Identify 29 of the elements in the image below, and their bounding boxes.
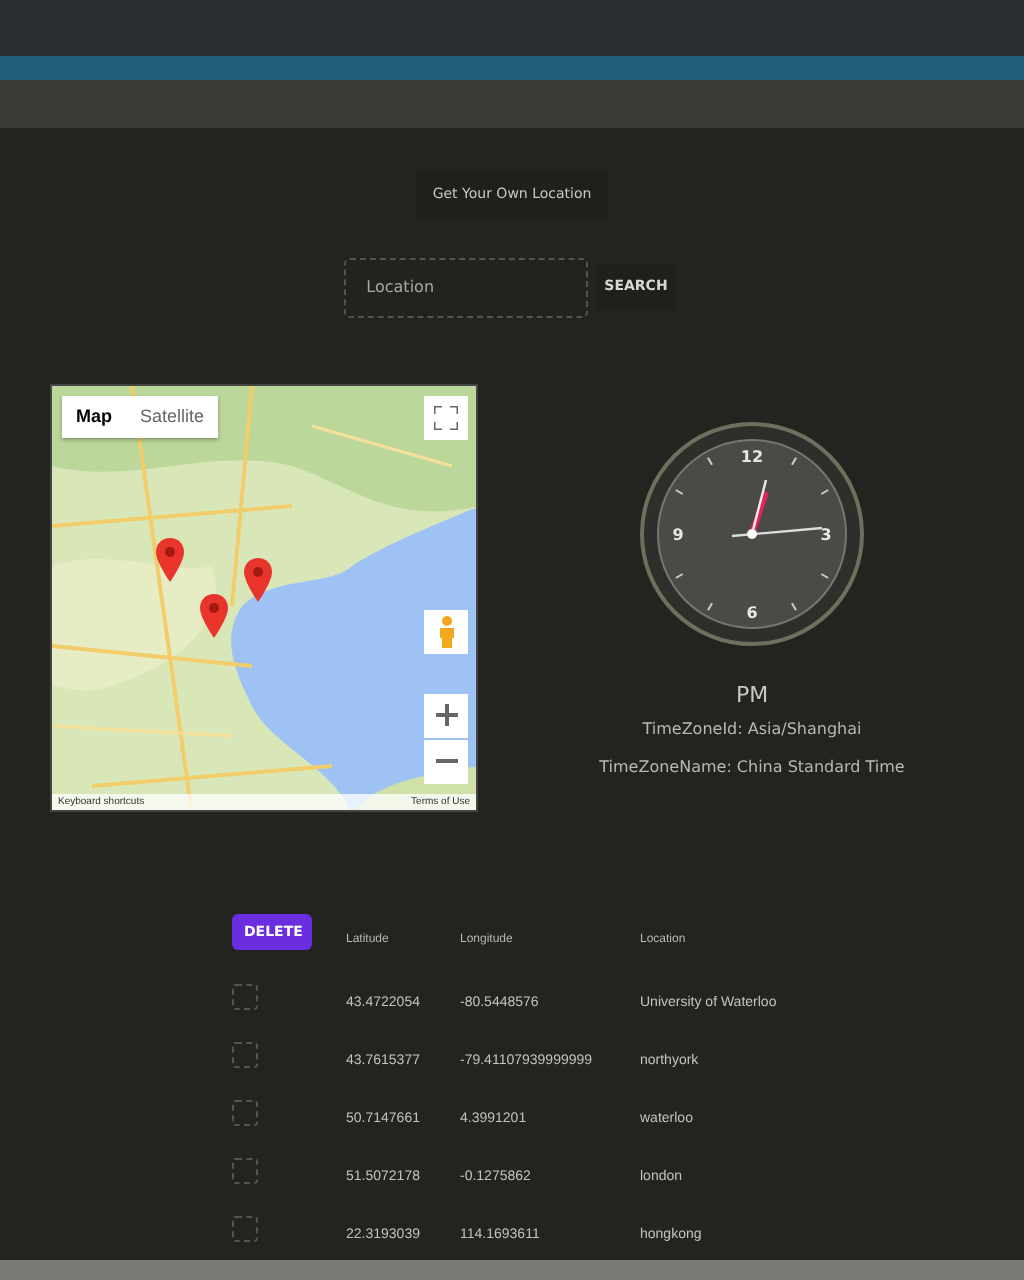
row-checkbox[interactable]: [232, 1215, 258, 1241]
map-marker-icon[interactable]: [156, 537, 184, 581]
clock-numeral: 9: [672, 525, 684, 543]
map-type-tab[interactable]: Map: [62, 395, 126, 438]
row-checkbox[interactable]: [232, 1157, 258, 1183]
location-field[interactable]: Location: [344, 257, 589, 317]
second-hand: [731, 525, 823, 537]
row-checkbox[interactable]: [232, 983, 258, 1009]
pegman-icon: [437, 615, 455, 647]
timezone-id: TimeZoneId: Asia/Shanghai: [642, 718, 862, 742]
minus-icon: [435, 758, 457, 764]
row-checkbox[interactable]: [232, 1099, 258, 1125]
hour-hand: [749, 490, 769, 534]
timezone-name: TimeZoneName: China Standard Time: [599, 756, 905, 780]
map-type-tab[interactable]: Satellite: [126, 395, 219, 438]
period-label: PM: [735, 679, 769, 711]
fullscreen-icon: [434, 405, 458, 429]
fullscreen-button[interactable]: [424, 395, 468, 439]
clock-numeral: 6: [746, 603, 758, 621]
zoom-in-button[interactable]: [424, 693, 468, 737]
minute-hand: [750, 478, 768, 534]
zoom-out-button[interactable]: [424, 739, 468, 783]
clock-numeral: 3: [820, 525, 832, 543]
row-checkbox[interactable]: [232, 1041, 258, 1067]
map-marker-icon[interactable]: [244, 557, 272, 601]
map-marker-icon[interactable]: [200, 593, 228, 637]
clock-center-dot: [747, 528, 757, 538]
plus-icon: [435, 704, 457, 726]
clock-numeral: 12: [740, 447, 764, 465]
